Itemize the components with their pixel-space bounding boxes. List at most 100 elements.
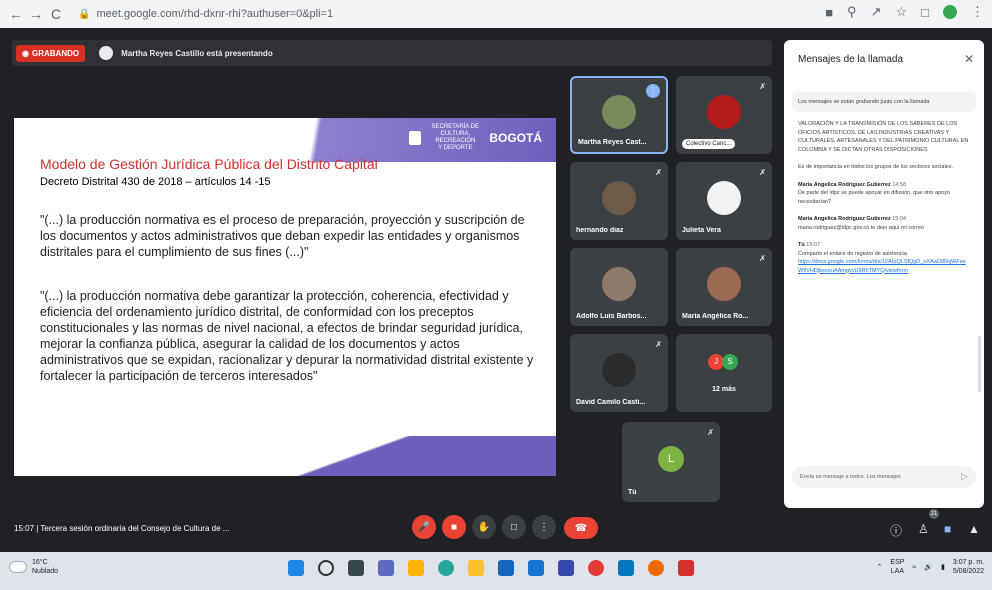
send-icon[interactable]: ▷ bbox=[961, 471, 968, 482]
participant-tile[interactable]: ✗ Julieta Vera bbox=[676, 162, 772, 240]
participant-name: David Camilo Casti... bbox=[576, 399, 646, 406]
participant-name: hernando diaz bbox=[576, 227, 624, 234]
app-icon[interactable] bbox=[618, 560, 634, 576]
more-participants-tile[interactable]: J S 12 más bbox=[676, 334, 772, 412]
edge-icon[interactable] bbox=[438, 560, 454, 576]
participant-tile[interactable]: ⋮ Martha Reyes Cast... bbox=[570, 76, 668, 154]
chat-message: Es de importancia en todos los grupos de… bbox=[798, 164, 953, 170]
clock[interactable]: 3:07 p. m. 5/08/2022 bbox=[953, 558, 984, 576]
chat-scrollbar[interactable] bbox=[978, 336, 981, 392]
address-bar[interactable]: 🔒 meet.google.com/rhd-dxnr-rhi?authuser=… bbox=[78, 4, 858, 24]
message-time: 15:04 bbox=[892, 216, 907, 222]
share-icon[interactable]: ↗ bbox=[871, 4, 882, 20]
battery-icon[interactable]: ▮ bbox=[941, 563, 945, 571]
message-author: Maria Angelica Rodriguez Gutierrez bbox=[798, 216, 891, 222]
menu-dots-icon[interactable]: ⋮ bbox=[971, 4, 984, 20]
weather-temp: 16°C bbox=[32, 559, 48, 566]
weather-widget[interactable]: 16°C Nublado bbox=[10, 558, 58, 576]
search-icon[interactable] bbox=[318, 560, 334, 576]
chrome-icon[interactable] bbox=[588, 560, 604, 576]
shield-icon bbox=[409, 131, 422, 145]
recording-note: Los mensajes se están grabando junto con… bbox=[792, 92, 976, 112]
activities-icon[interactable]: ▲ bbox=[968, 522, 980, 536]
speaking-icon: ⋮ bbox=[646, 84, 660, 98]
recording-bar: ◉ GRABANDO Martha Reyes Castillo está pre… bbox=[12, 40, 772, 66]
participant-name: Adolfo Luis Barbos... bbox=[576, 313, 647, 320]
close-icon[interactable]: ✕ bbox=[964, 52, 974, 66]
file-explorer-icon[interactable] bbox=[468, 560, 484, 576]
self-tile[interactable]: ✗ L Tú bbox=[622, 422, 720, 502]
participant-tile[interactable]: ✗ David Camilo Casti... bbox=[570, 334, 668, 412]
task-view-icon[interactable] bbox=[348, 560, 364, 576]
mic-off-icon: ✗ bbox=[759, 254, 766, 263]
avatar bbox=[602, 352, 636, 387]
more-options-button[interactable]: ⋮ bbox=[532, 515, 556, 539]
forward-button[interactable]: → bbox=[26, 6, 46, 22]
participant-tile[interactable]: ✗ María Angélica Ro... bbox=[676, 248, 772, 326]
mic-off-icon: ✗ bbox=[759, 82, 766, 91]
app-icon[interactable] bbox=[408, 560, 424, 576]
mic-off-icon: 🎤 bbox=[417, 521, 431, 533]
info-icon[interactable]: ⓘ bbox=[890, 522, 902, 539]
slide-footer-band bbox=[14, 436, 556, 476]
meeting-details: 15:07 | Tercera sesión ordinaria del Con… bbox=[14, 524, 230, 533]
participant-name: María Angélica Ro... bbox=[682, 313, 749, 320]
message-text: De parte del idpc se puede apoyar en dif… bbox=[798, 190, 950, 205]
keyboard-layout: LAA bbox=[890, 568, 905, 575]
end-call-button[interactable]: ☎ bbox=[564, 517, 598, 539]
volume-icon[interactable]: 🔊 bbox=[924, 563, 933, 571]
participants-count-badge: 21 bbox=[929, 509, 939, 519]
word-icon[interactable] bbox=[558, 560, 574, 576]
bookmark-star-icon[interactable]: ☆ bbox=[895, 4, 907, 20]
back-button[interactable]: ← bbox=[6, 6, 26, 22]
raise-hand-button[interactable]: ✋ bbox=[472, 515, 496, 539]
recording-badge[interactable]: ◉ GRABANDO bbox=[16, 44, 86, 62]
zoom-icon[interactable]: ⚲ bbox=[847, 4, 857, 20]
mic-off-icon: ✗ bbox=[707, 428, 714, 437]
reload-button[interactable]: C bbox=[46, 6, 66, 22]
attendance-link[interactable]: https://docs.google.com/forms/d/e/1FAIpQ… bbox=[798, 258, 970, 275]
camera-icon[interactable]: ■ bbox=[825, 5, 833, 20]
store-icon[interactable] bbox=[498, 560, 514, 576]
app-icon[interactable] bbox=[648, 560, 664, 576]
chat-panel: Mensajes de la llamada ✕ Los mensajes se… bbox=[784, 40, 984, 508]
avatar bbox=[602, 95, 636, 130]
mic-toggle-button[interactable]: 🎤 bbox=[412, 515, 436, 539]
mail-icon[interactable] bbox=[528, 560, 544, 576]
windows-start-icon[interactable] bbox=[288, 560, 304, 576]
language-code: ESP bbox=[890, 559, 905, 566]
slide-title: Modelo de Gestión Jurídica Pública del D… bbox=[40, 156, 378, 172]
meeting-name: Tercera sesión ordinaria del Consejo de … bbox=[40, 524, 230, 533]
cloud-icon bbox=[10, 562, 26, 572]
profile-avatar[interactable] bbox=[943, 5, 957, 19]
teams-icon[interactable] bbox=[378, 560, 394, 576]
clock-date: 5/08/2022 bbox=[952, 568, 984, 575]
hand-icon: ✋ bbox=[477, 521, 491, 533]
avatar-initial: S bbox=[722, 354, 738, 370]
wifi-icon[interactable]: ≈ bbox=[912, 564, 916, 571]
present-button[interactable]: □ bbox=[502, 515, 526, 539]
participant-tile[interactable]: Adolfo Luis Barbos... bbox=[570, 248, 668, 326]
tab-icon[interactable]: □ bbox=[921, 5, 929, 20]
message-text: maria.rodriguez@idpc.gov.co te dejo aquí… bbox=[798, 224, 924, 231]
participant-tile[interactable]: ✗ hernando diaz bbox=[570, 162, 668, 240]
acrobat-icon[interactable] bbox=[678, 560, 694, 576]
presenting-text: Martha Reyes Castillo está presentando bbox=[121, 48, 273, 58]
more-count: 12 más bbox=[712, 386, 736, 393]
chat-input-placeholder: Envía un mensaje a todos. Los mensajes bbox=[800, 474, 901, 480]
meet-stage: ◉ GRABANDO Martha Reyes Castillo está pre… bbox=[0, 28, 980, 552]
participant-name: Tú bbox=[628, 489, 637, 496]
participant-tile[interactable]: ✗ Colectivo Canc... bbox=[676, 76, 772, 154]
slide-logos: SECRETARÍA DE CULTURA, RECREACIÓN Y DEPORT… bbox=[409, 124, 542, 152]
chat-input[interactable]: Envía un mensaje a todos. Los mensajes ▷ bbox=[792, 466, 976, 488]
chat-icon[interactable]: ■ bbox=[944, 522, 951, 536]
record-icon: ◉ bbox=[22, 48, 29, 58]
slide-paragraph-1: "(...) la producción normativa es el pro… bbox=[40, 213, 525, 259]
mic-off-icon: ✗ bbox=[655, 340, 662, 349]
presenter-avatar bbox=[99, 46, 114, 60]
people-icon[interactable]: ♙ bbox=[918, 522, 929, 536]
camera-toggle-button[interactable]: ■ bbox=[442, 515, 466, 539]
chevron-up-icon[interactable]: ⌃ bbox=[877, 563, 883, 571]
language-indicator[interactable]: ESP LAA bbox=[890, 558, 904, 576]
chat-message: VALORACIÓN Y LA TRANSMISIÓN DE LOS SABER… bbox=[798, 121, 969, 153]
